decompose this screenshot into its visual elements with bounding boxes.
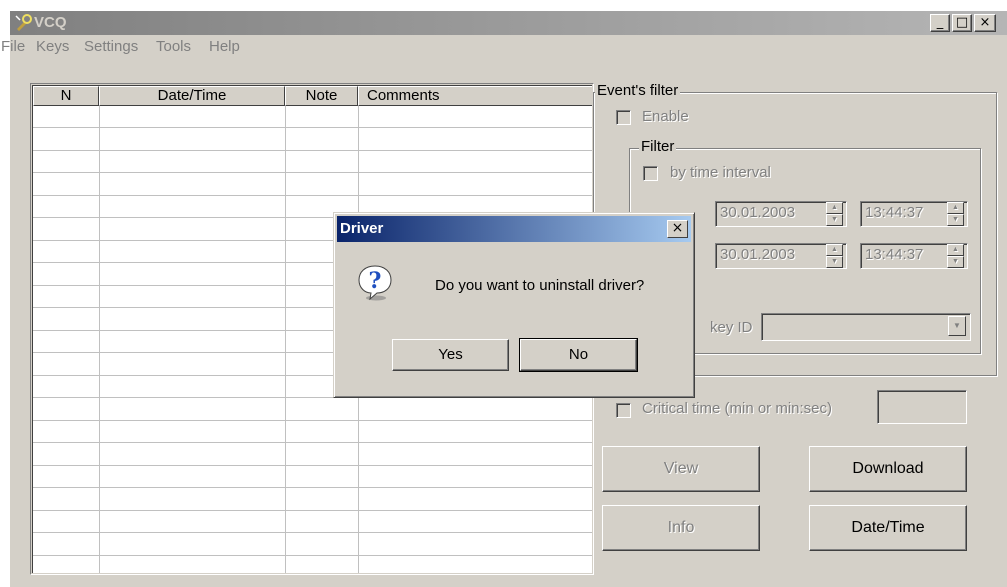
spin-up-icon[interactable]: ▲ bbox=[826, 202, 843, 214]
column-n[interactable]: N bbox=[33, 86, 99, 106]
title-bar[interactable]: VCQ _ □ × bbox=[10, 11, 1007, 35]
table-row[interactable] bbox=[33, 554, 592, 556]
enable-checkbox[interactable] bbox=[616, 110, 631, 125]
table-column-divider bbox=[99, 106, 100, 573]
table-row[interactable] bbox=[33, 509, 592, 511]
key-id-combo[interactable]: ▼ bbox=[761, 313, 971, 341]
menu-keys[interactable]: Keys bbox=[36, 38, 69, 55]
from-date-field[interactable]: 30.01.2003 ▲ ▼ bbox=[715, 201, 847, 227]
dropdown-arrow-icon[interactable]: ▼ bbox=[948, 316, 966, 336]
svg-text:?: ? bbox=[369, 268, 382, 294]
dialog-close-button[interactable]: × bbox=[667, 220, 688, 238]
yes-button[interactable]: Yes bbox=[392, 339, 509, 371]
spin-down-icon[interactable]: ▼ bbox=[826, 256, 843, 268]
info-button[interactable]: Info bbox=[602, 505, 760, 551]
table-row[interactable] bbox=[33, 149, 592, 151]
table-column-divider bbox=[285, 106, 286, 573]
column-datetime[interactable]: Date/Time bbox=[99, 86, 285, 106]
table-row[interactable] bbox=[33, 172, 592, 173]
time-interval-label: by time interval bbox=[670, 164, 771, 181]
enable-label: Enable bbox=[642, 108, 689, 125]
spin-up-icon[interactable]: ▲ bbox=[947, 244, 964, 256]
spin-down-icon[interactable]: ▼ bbox=[947, 256, 964, 268]
time-interval-checkbox[interactable] bbox=[643, 166, 658, 181]
menu-help[interactable]: Help bbox=[209, 38, 240, 55]
table-row[interactable] bbox=[33, 127, 592, 128]
table-row[interactable] bbox=[33, 419, 592, 421]
question-icon: ? bbox=[358, 265, 392, 301]
view-button[interactable]: View bbox=[602, 446, 760, 492]
spin-up-icon[interactable]: ▲ bbox=[947, 202, 964, 214]
from-time-value: 13:44:37 bbox=[865, 204, 924, 221]
spin-down-icon[interactable]: ▼ bbox=[826, 214, 843, 226]
table-row[interactable] bbox=[33, 487, 592, 488]
menu-bar: File Keys Settings Tools Help bbox=[1, 37, 1007, 59]
minimize-button[interactable]: _ bbox=[930, 14, 950, 32]
menu-file[interactable]: File bbox=[1, 38, 25, 55]
to-date-field[interactable]: 30.01.2003 ▲ ▼ bbox=[715, 243, 847, 269]
driver-dialog: Driver × ? Do you want to uninstall driv… bbox=[333, 212, 695, 398]
close-button[interactable]: × bbox=[974, 14, 996, 32]
to-date-spinner[interactable]: ▲ ▼ bbox=[826, 244, 843, 268]
from-time-spinner[interactable]: ▲ ▼ bbox=[947, 202, 964, 226]
table-header: N Date/Time Note Comments bbox=[33, 86, 592, 106]
spin-up-icon[interactable]: ▲ bbox=[826, 244, 843, 256]
table-row[interactable] bbox=[33, 464, 592, 466]
from-date-value: 30.01.2003 bbox=[720, 204, 796, 221]
critical-time-label: Critical time (min or min:sec) bbox=[642, 400, 833, 417]
dialog-title: Driver bbox=[340, 220, 384, 237]
menu-tools[interactable]: Tools bbox=[156, 38, 191, 55]
column-note[interactable]: Note bbox=[285, 86, 358, 106]
to-date-value: 30.01.2003 bbox=[720, 246, 796, 263]
column-comments[interactable]: Comments bbox=[358, 86, 592, 106]
menu-settings[interactable]: Settings bbox=[84, 38, 138, 55]
table-row[interactable] bbox=[33, 194, 592, 196]
from-time-field[interactable]: 13:44:37 ▲ ▼ bbox=[860, 201, 968, 227]
table-row[interactable] bbox=[33, 442, 592, 443]
to-time-value: 13:44:37 bbox=[865, 246, 924, 263]
app-icon bbox=[15, 14, 32, 31]
dialog-title-bar[interactable]: Driver × bbox=[337, 216, 691, 242]
key-id-label: key ID bbox=[710, 319, 753, 336]
datetime-button[interactable]: Date/Time bbox=[809, 505, 967, 551]
critical-time-field[interactable] bbox=[877, 390, 967, 424]
events-filter-title: Event's filter bbox=[595, 82, 681, 99]
to-time-spinner[interactable]: ▲ ▼ bbox=[947, 244, 964, 268]
maximize-button[interactable]: □ bbox=[952, 14, 972, 32]
to-time-field[interactable]: 13:44:37 ▲ ▼ bbox=[860, 243, 968, 269]
table-row[interactable] bbox=[33, 532, 592, 533]
window-title: VCQ bbox=[34, 14, 67, 31]
no-button[interactable]: No bbox=[519, 338, 638, 372]
from-date-spinner[interactable]: ▲ ▼ bbox=[826, 202, 843, 226]
spin-down-icon[interactable]: ▼ bbox=[947, 214, 964, 226]
filter-title: Filter bbox=[639, 138, 677, 155]
dialog-message: Do you want to uninstall driver? bbox=[435, 277, 645, 294]
download-button[interactable]: Download bbox=[809, 446, 967, 492]
critical-time-checkbox[interactable] bbox=[616, 403, 631, 418]
